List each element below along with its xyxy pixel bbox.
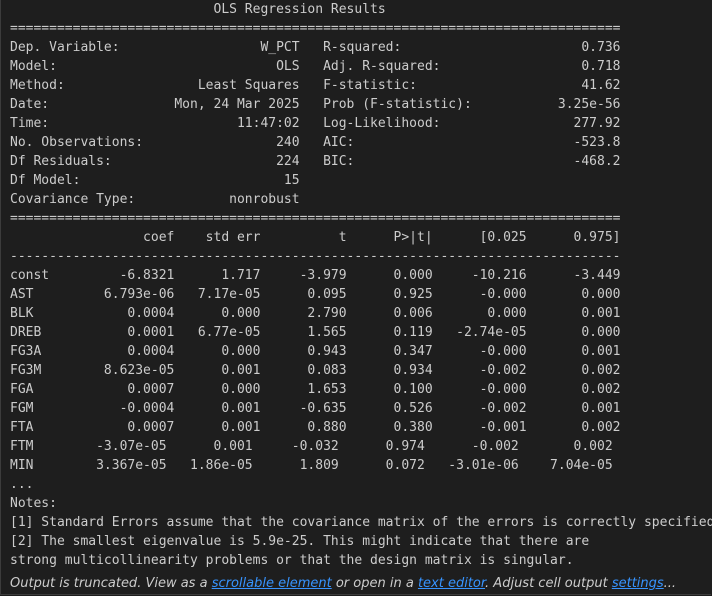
coef-row-ast: AST 6.793e-06 7.17e-05 0.095 0.925 -0.00… xyxy=(10,287,621,302)
truncation-footer: Output is truncated. View as a scrollabl… xyxy=(10,574,676,593)
output-line-dash-separator: ----------------------------------------… xyxy=(10,249,621,264)
coef-row-fgm: FGM -0.0004 0.001 -0.635 0.526 -0.002 0.… xyxy=(10,401,621,416)
coef-row-fg3a: FG3A 0.0004 0.000 0.943 0.347 -0.000 0.0… xyxy=(10,344,621,359)
notes-heading: Notes: xyxy=(10,496,57,511)
footer-middle-2: . Adjust cell output xyxy=(485,576,612,591)
output-line-observations: No. Observations: 240 AIC: -523.8 xyxy=(10,135,621,150)
coef-row-dreb: DREB 0.0001 6.77e-05 1.565 0.119 -2.74e-… xyxy=(10,325,621,340)
coef-row-min: MIN 3.367e-05 1.86e-05 1.809 0.072 -3.01… xyxy=(10,458,613,473)
output-line-date: Date: Mon, 24 Mar 2025 Prob (F-statistic… xyxy=(10,97,621,112)
output-line-covariance: Covariance Type: nonrobust xyxy=(10,192,621,207)
coef-row-const: const -6.8321 1.717 -3.979 0.000 -10.216… xyxy=(10,268,621,283)
note-2-continued: strong multicollinearity problems or tha… xyxy=(10,553,574,568)
output-line-dep-variable: Dep. Variable: W_PCT R-squared: 0.736 xyxy=(10,40,621,55)
output-line-method: Method: Least Squares F-statistic: 41.62 xyxy=(10,78,621,93)
coef-row-blk: BLK 0.0004 0.000 2.790 0.006 0.000 0.001 xyxy=(10,306,621,321)
footer-suffix: ... xyxy=(663,576,677,591)
coef-row-fta: FTA 0.0007 0.001 0.880 0.380 -0.001 0.00… xyxy=(10,420,621,435)
footer-middle: or open in a xyxy=(331,576,418,591)
output-line-time: Time: 11:47:02 Log-Likelihood: 277.92 xyxy=(10,116,621,131)
scrollable-element-link[interactable]: scrollable element xyxy=(212,576,332,591)
footer-prefix: Output is truncated. View as a xyxy=(10,576,212,591)
cell-output-text: OLS Regression Results =================… xyxy=(10,0,712,570)
coef-row-fga: FGA 0.0007 0.000 1.653 0.100 -0.000 0.00… xyxy=(10,382,621,397)
coef-row-fg3m: FG3M 8.623e-05 0.001 0.083 0.934 -0.002 … xyxy=(10,363,621,378)
output-line-separator: ========================================… xyxy=(10,211,621,226)
settings-link[interactable]: settings xyxy=(612,576,664,591)
truncation-ellipsis: ... xyxy=(10,477,34,492)
coef-row-ftm: FTM -3.07e-05 0.001 -0.032 0.974 -0.002 … xyxy=(10,439,613,454)
coef-table-header: coef std err t P>|t| [0.025 0.975] xyxy=(10,230,621,245)
output-line-separator: ========================================… xyxy=(10,21,621,36)
text-editor-link[interactable]: text editor xyxy=(418,576,485,591)
output-line-title: OLS Regression Results xyxy=(10,2,597,17)
output-line-model: Model: OLS Adj. R-squared: 0.718 xyxy=(10,59,621,74)
output-line-df-residuals: Df Residuals: 224 BIC: -468.2 xyxy=(10,154,621,169)
note-1: [1] Standard Errors assume that the cova… xyxy=(10,515,712,530)
output-line-df-model: Df Model: 15 xyxy=(10,173,621,188)
note-2: [2] The smallest eigenvalue is 5.9e-25. … xyxy=(10,534,590,549)
